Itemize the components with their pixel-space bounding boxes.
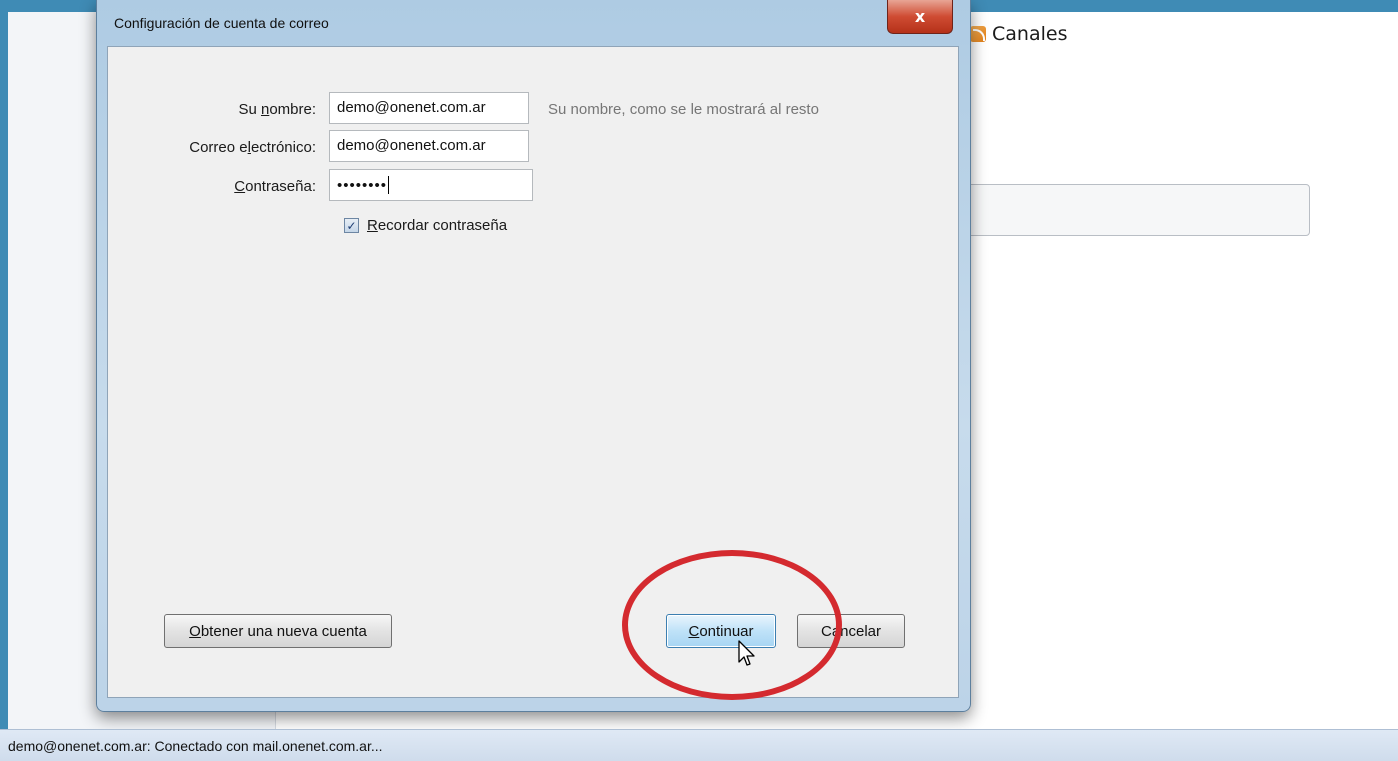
- email-input[interactable]: demo@onenet.com.ar: [329, 130, 529, 162]
- close-button[interactable]: x: [887, 0, 953, 34]
- remember-password-label: Recordar contraseña: [367, 217, 508, 234]
- password-label: Contraseña:: [234, 178, 316, 195]
- status-text: demo@onenet.com.ar: Conectado con mail.o…: [8, 738, 383, 754]
- get-new-account-button[interactable]: Obtener una nueva cuenta: [164, 614, 392, 648]
- feeds-link[interactable]: Canales: [970, 20, 1067, 48]
- close-icon: x: [914, 7, 926, 26]
- feeds-label: Canales: [992, 23, 1068, 45]
- name-input[interactable]: demo@onenet.com.ar: [329, 92, 529, 124]
- mouse-pointer-icon: [738, 640, 755, 666]
- password-input[interactable]: ••••••••: [329, 169, 533, 201]
- remember-password-checkbox[interactable]: ✓: [344, 218, 359, 233]
- password-value: ••••••••: [337, 177, 388, 194]
- rss-feed-icon: [970, 26, 986, 42]
- name-label: Su nombre:: [238, 101, 316, 118]
- status-bar: demo@onenet.com.ar: Conectado con mail.o…: [0, 729, 1398, 761]
- get-new-account-label: Obtener una nueva cuenta: [189, 622, 367, 640]
- checkmark-icon: ✓: [346, 218, 357, 233]
- name-hint: Su nombre, como se le mostrará al resto: [548, 101, 819, 118]
- dialog-title: Configuración de cuenta de correo: [114, 15, 329, 31]
- remember-password-row[interactable]: ✓ Recordar contraseña: [344, 217, 507, 234]
- email-label: Correo electrónico:: [189, 139, 316, 156]
- search-panel: [960, 184, 1310, 236]
- text-caret: [388, 176, 390, 194]
- highlight-circle-annotation: [622, 550, 842, 700]
- account-setup-dialog: Configuración de cuenta de correo x Su n…: [96, 0, 971, 712]
